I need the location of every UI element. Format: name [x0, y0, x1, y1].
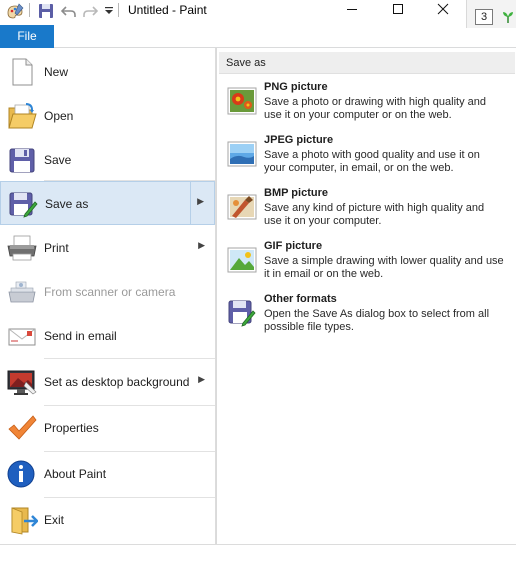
save-icon — [6, 144, 38, 176]
save-as-jpeg[interactable]: JPEG picture Save a photo with good qual… — [223, 133, 513, 183]
option-title: JPEG picture — [264, 134, 334, 146]
option-description: Open the Save As dialog box to select fr… — [264, 308, 490, 333]
menu-item-properties[interactable]: Properties — [0, 406, 215, 450]
bmp-picture-icon — [227, 192, 257, 222]
option-description: Save any kind of picture with high quali… — [264, 202, 485, 227]
quick-access-separator — [29, 3, 30, 17]
canvas-strip — [0, 545, 516, 561]
menu-item-label: Send in email — [44, 329, 117, 343]
checkmark-icon — [6, 412, 38, 444]
gif-picture-icon — [227, 245, 257, 275]
file-tab[interactable]: File — [0, 25, 54, 48]
menu-item-label: New — [44, 65, 69, 79]
menu-item-send-in-email[interactable]: Send in email — [0, 314, 215, 358]
close-icon[interactable] — [420, 0, 466, 22]
png-picture-icon — [227, 86, 257, 116]
undo-icon[interactable] — [60, 3, 77, 22]
menu-item-label: From scanner or camera — [44, 285, 176, 299]
save-as-submenu: Save as PNG picture Save a photo or draw… — [216, 48, 516, 544]
maximize-icon[interactable] — [375, 0, 421, 22]
menu-item-label: Properties — [44, 421, 99, 435]
background-window-value: 3 — [475, 9, 493, 25]
menu-item-open[interactable]: Open — [0, 94, 215, 138]
option-title: GIF picture — [264, 240, 323, 252]
other-formats-icon — [227, 298, 257, 328]
menu-item-label: Save as — [45, 197, 89, 211]
new-document-icon — [6, 56, 38, 88]
option-title: Other formats — [264, 293, 337, 305]
menu-item-label: Open — [44, 109, 74, 123]
redo-icon[interactable] — [82, 3, 99, 22]
menu-item-new[interactable]: New — [0, 50, 215, 94]
open-folder-icon — [6, 100, 38, 132]
menu-item-label: Exit — [44, 513, 65, 527]
menu-item-label: About Paint — [44, 467, 107, 481]
save-as-bmp[interactable]: BMP picture Save any kind of picture wit… — [223, 186, 513, 236]
title-separator — [118, 3, 119, 17]
paint-app-icon[interactable] — [6, 3, 24, 22]
scanner-icon — [6, 276, 38, 308]
minimize-icon[interactable] — [329, 0, 375, 22]
save-as-gif[interactable]: GIF picture Save a simple drawing with l… — [223, 239, 513, 289]
background-window-edge: 3 — [466, 0, 516, 28]
menu-item-from-scanner[interactable]: From scanner or camera — [0, 270, 215, 314]
menu-item-label: Save — [44, 153, 72, 167]
save-as-png[interactable]: PNG picture Save a photo or drawing with… — [223, 80, 513, 130]
menu-separator — [44, 358, 215, 359]
menu-item-label: Print — [44, 241, 69, 255]
chevron-right-icon: ▶ — [198, 240, 205, 250]
menu-item-print[interactable]: Print ▶ — [0, 226, 215, 270]
save-as-other-formats[interactable]: Other formats Open the Save As dialog bo… — [223, 292, 513, 342]
title-bar: Untitled - Paint — [0, 0, 516, 22]
info-icon — [6, 458, 38, 490]
exit-icon — [6, 504, 39, 536]
option-title: BMP picture — [264, 187, 328, 199]
submenu-heading: Save as — [219, 52, 515, 74]
option-description: Save a photo with good quality and use i… — [264, 149, 480, 174]
chevron-right-icon: ▶ — [197, 196, 204, 206]
desktop-background-icon — [6, 366, 38, 398]
option-description: Save a simple drawing with lower quality… — [264, 255, 504, 280]
menu-item-set-desktop-background[interactable]: Set as desktop background ▶ — [0, 360, 215, 404]
save-as-icon — [7, 188, 39, 220]
menu-item-save-as[interactable]: Save as ▶ — [0, 181, 215, 225]
menu-item-about-paint[interactable]: About Paint — [0, 452, 215, 496]
printer-icon — [6, 232, 38, 264]
option-title: PNG picture — [264, 81, 328, 93]
file-menu: New Open Save Save as ▶ Print ▶ From sca… — [0, 48, 216, 544]
jpeg-picture-icon — [227, 139, 257, 169]
email-icon — [6, 320, 38, 352]
plant-icon — [501, 10, 515, 27]
menu-item-save[interactable]: Save — [0, 138, 215, 182]
customize-toolbar-chevron-down-icon[interactable] — [104, 6, 114, 19]
option-description: Save a photo or drawing with high qualit… — [264, 96, 486, 121]
chevron-right-icon: ▶ — [198, 374, 205, 384]
menu-item-label: Set as desktop background — [44, 375, 190, 389]
window-title: Untitled - Paint — [128, 3, 207, 17]
quick-save-icon[interactable] — [38, 3, 54, 22]
menu-item-exit[interactable]: Exit — [0, 498, 215, 542]
